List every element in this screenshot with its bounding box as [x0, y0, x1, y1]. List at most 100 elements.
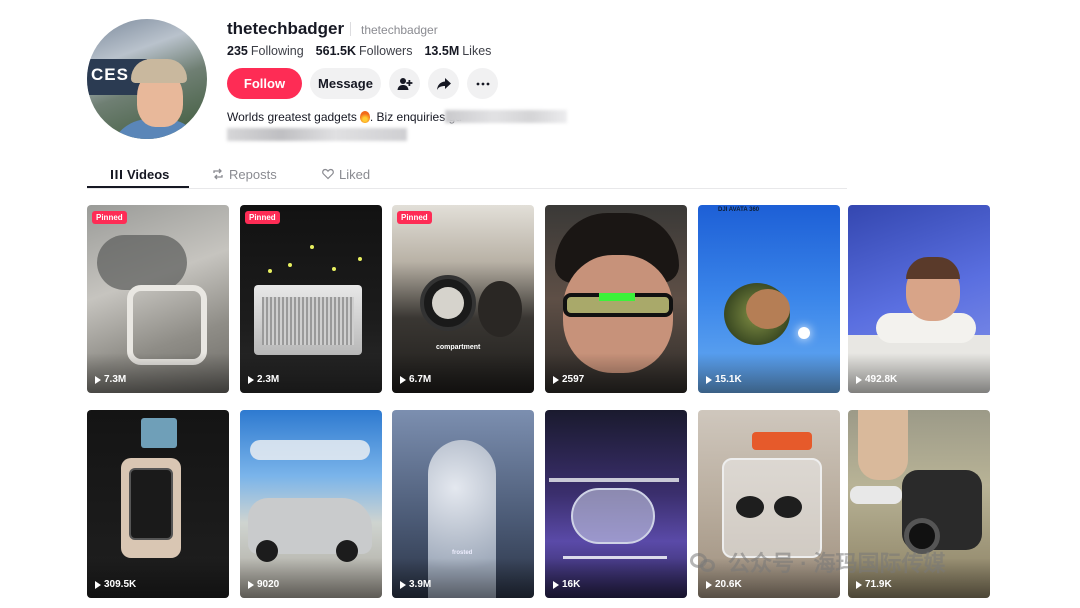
stat-followers[interactable]: 561.5K Followers [316, 44, 413, 58]
tab-videos[interactable]: Videos [111, 160, 169, 188]
thumbnail-art [549, 478, 679, 482]
view-count: 6.7M [400, 374, 431, 385]
pinned-badge: Pinned [397, 211, 432, 224]
fire-icon [359, 111, 370, 123]
view-count-value: 9020 [257, 579, 280, 590]
tab-label: Reposts [229, 166, 277, 182]
stat-following[interactable]: 235 Following [227, 44, 304, 58]
profile-tabs: Videos Reposts Liked [87, 160, 847, 189]
watermark-text: 公众号 · 海玛国际传媒 [728, 551, 946, 576]
view-count: 15.1K [706, 374, 742, 385]
pinned-badge: Pinned [92, 211, 127, 224]
thumbnail-sun [798, 327, 810, 339]
video-card[interactable]: 492.8K [848, 205, 990, 393]
avatar-sign-text: CES [91, 65, 129, 84]
thumbnail-art [736, 496, 764, 518]
video-card[interactable]: compartment Pinned 6.7M [392, 205, 534, 393]
video-card[interactable]: 2597 [545, 205, 687, 393]
view-count: 7.3M [95, 374, 126, 385]
play-icon [248, 375, 254, 384]
view-count-value: 15.1K [715, 374, 742, 385]
thumbnail-shade [545, 353, 687, 393]
video-card[interactable]: 16K [545, 410, 687, 598]
view-count-value: 20.6K [715, 579, 742, 590]
stat-likes: 13.5M Likes [424, 44, 491, 58]
view-count-value: 492.8K [865, 374, 898, 385]
tab-label: Liked [339, 166, 371, 182]
view-count: 2597 [553, 374, 584, 385]
thumbnail-art [906, 257, 960, 279]
thumbnail-art [850, 486, 902, 504]
stat-value: 13.5M [424, 44, 460, 58]
view-count: 309.5K [95, 579, 136, 590]
video-card[interactable]: 9020 [240, 410, 382, 598]
thumbnail-shade [392, 353, 534, 393]
stat-value: 235 [227, 44, 248, 58]
view-count: 492.8K [856, 374, 897, 385]
thumbnail-art [478, 281, 522, 337]
view-count: 3.9M [400, 579, 431, 590]
follow-button[interactable]: Follow [227, 68, 302, 99]
view-count-value: 309.5K [104, 579, 137, 590]
video-caption: frosted [452, 550, 473, 556]
grid-icon [111, 169, 122, 179]
profile-page: CES thetechbadger thetechbadger 235 Follo… [0, 0, 1080, 608]
stat-label: Likes [462, 44, 492, 58]
video-caption: DJI AVATA 360 [718, 207, 760, 213]
thumbnail-art [752, 432, 812, 450]
video-card[interactable]: 309.5K [87, 410, 229, 598]
play-icon [706, 580, 712, 589]
view-count: 20.6K [706, 579, 742, 590]
divider [350, 22, 351, 36]
bio-text: Worlds greatest gadgets [227, 110, 357, 124]
video-card[interactable]: Pinned 7.3M [87, 205, 229, 393]
nickname: thetechbadger [361, 23, 438, 37]
thumbnail-shade [87, 558, 229, 598]
video-card[interactable]: DJI AVATA 360 15.1K [698, 205, 840, 393]
thumbnail-art [858, 410, 908, 480]
username: thetechbadger [227, 19, 345, 38]
play-icon [553, 375, 559, 384]
thumbnail-art [141, 418, 177, 448]
view-count-value: 7.3M [104, 374, 127, 385]
view-count: 9020 [248, 579, 279, 590]
tab-reposts[interactable]: Reposts [212, 160, 277, 188]
avatar[interactable]: CES [87, 19, 207, 139]
view-count-value: 6.7M [409, 374, 432, 385]
stat-label: Following [250, 44, 304, 58]
play-icon [553, 580, 559, 589]
repost-icon [213, 168, 223, 180]
tab-liked[interactable]: Liked [322, 160, 370, 188]
redacted-link [227, 128, 407, 141]
view-count-value: 16K [562, 579, 581, 590]
thumbnail-art [746, 289, 790, 329]
watermark: 公众号 · 海玛国际传媒 [690, 546, 946, 578]
heart-lock-icon [322, 168, 334, 180]
thumbnail-art [97, 235, 187, 290]
video-card[interactable]: frosted 3.9M [392, 410, 534, 598]
message-button[interactable]: Message [310, 68, 381, 99]
redacted-text [445, 110, 567, 123]
view-count: 71.9K [856, 579, 892, 590]
play-icon [706, 375, 712, 384]
thumbnail-shade [240, 353, 382, 393]
play-icon [400, 580, 406, 589]
share-button[interactable] [428, 68, 459, 99]
play-icon [856, 580, 862, 589]
wechat-logo-icon [690, 551, 718, 573]
thumbnail-art [262, 297, 354, 345]
view-count-value: 3.9M [409, 579, 432, 590]
profile-stats: 235 Following 561.5K Followers 13.5M Likes [227, 44, 491, 58]
thumbnail-art [571, 488, 655, 544]
tab-label: Videos [127, 166, 170, 182]
play-icon [95, 375, 101, 384]
view-count-value: 2.3M [257, 374, 280, 385]
video-card[interactable]: Pinned 2.3M [240, 205, 382, 393]
add-user-icon [397, 77, 412, 90]
more-button[interactable] [467, 68, 498, 99]
thumbnail-shade [240, 558, 382, 598]
bio: Worlds greatest gadgets. Biz enquiries g… [227, 110, 462, 124]
add-friend-button[interactable] [389, 68, 420, 99]
video-grid: Pinned 7.3M Pinned 2.3M compartment Pinn… [87, 205, 990, 600]
thumbnail-cloud [250, 440, 370, 460]
